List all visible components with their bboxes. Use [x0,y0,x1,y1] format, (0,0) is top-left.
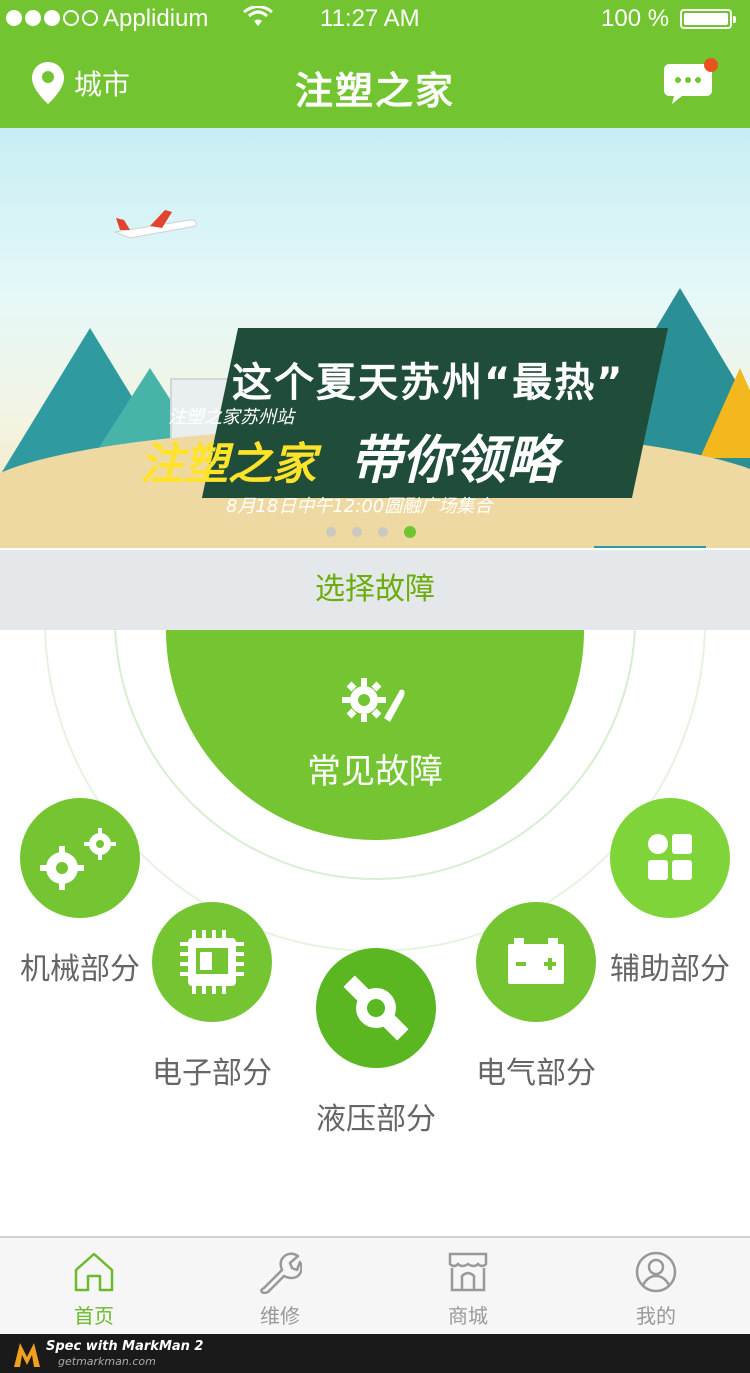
markman-footer: Spec with MarkMan 2 getmarkman.com [0,1334,750,1373]
carousel-indicator[interactable] [326,526,416,538]
grid-icon [648,834,692,880]
battery-icon [680,9,736,29]
auxiliary-label: 辅助部分 [610,952,730,987]
battery-percent: 100 % [601,5,670,32]
wifi-icon [243,6,273,26]
messages-button[interactable] [664,58,718,104]
banner-tagline: 注塑之家苏州站 [168,407,294,428]
user-icon [635,1251,677,1293]
tab-store-label: 商城 [448,1304,488,1328]
tab-profile[interactable]: 我的 [596,1238,716,1334]
chip-icon [180,930,244,994]
electronic-label: 电子部分 [152,1056,272,1091]
carousel-dot[interactable] [326,527,336,537]
electronic-button[interactable] [152,902,272,1022]
auxiliary-button[interactable] [610,798,730,918]
carrier-name: Applidium [103,5,209,32]
truck-illustration [556,546,706,548]
footer-site[interactable]: getmarkman.com [58,1355,156,1368]
markman-logo-icon [14,1343,40,1367]
gears-icon [40,828,116,890]
tab-repair[interactable]: 维修 [220,1238,340,1334]
tab-store[interactable]: 商城 [408,1238,528,1334]
wrench-icon [260,1252,302,1294]
mountain-yellow [700,368,750,458]
banner-slogan: 带你领略 [350,431,559,491]
tab-profile-label: 我的 [636,1304,676,1328]
notification-badge [704,58,718,72]
mechanical-button[interactable] [20,798,140,918]
tab-home[interactable]: 首页 [34,1238,154,1334]
tab-home-label: 首页 [74,1304,114,1328]
carousel-dot[interactable] [378,527,388,537]
hydraulic-button[interactable] [316,948,436,1068]
message-bubble-icon [664,64,712,104]
fault-selector: 常见故障 机械部分 电子部分 液压部分 电气部分 辅助部分 [0,630,750,1236]
carousel-dot[interactable] [352,527,362,537]
app-title: 注塑之家 [294,69,455,113]
battery-icon [508,938,564,984]
mechanical-label: 机械部分 [20,952,140,987]
airplane-icon [113,210,197,239]
status-bar: Applidium 11:27 AM 100 % [0,0,750,40]
status-time: 11:27 AM [320,5,420,32]
footer-brand: Spec with MarkMan 2 [46,1339,204,1354]
banner-headline: 这个夏天苏州“最热” [232,360,625,406]
store-icon [448,1252,488,1292]
promo-banner[interactable]: 这个夏天苏州“最热” 注塑之家苏州站 注塑之家 带你领略 8月18日中午12:0… [0,128,750,548]
top-bar: Applidium 11:27 AM 100 % 城市 注塑之家 [0,0,750,128]
electrical-button[interactable] [476,902,596,1022]
electrical-label: 电气部分 [476,1056,596,1091]
banner-brand: 注塑之家 [140,439,316,490]
gear-wrench-icon [342,678,405,722]
tab-bar: 首页 维修 商城 我的 [0,1236,750,1334]
hydraulic-icon [343,975,409,1041]
banner-event: 8月18日中午12:00圆融广场集合 [226,496,493,517]
common-faults-label: 常见故障 [307,752,443,792]
carousel-dot-active[interactable] [404,526,416,538]
tab-repair-label: 维修 [260,1304,300,1328]
hydraulic-label: 液压部分 [316,1102,436,1137]
signal-strength-icon [6,10,98,26]
home-icon [74,1252,114,1292]
section-title: 选择故障 [0,550,750,630]
